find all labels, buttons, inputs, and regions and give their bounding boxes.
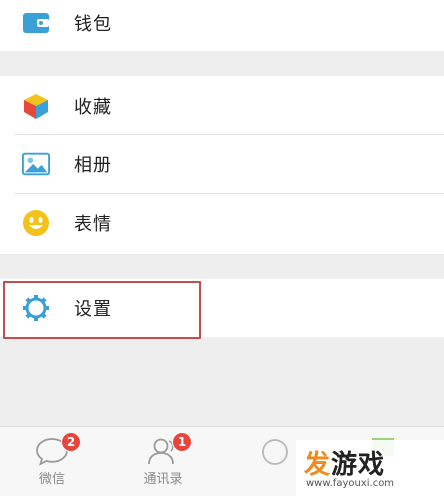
menu-item-favorites[interactable]: 收藏 bbox=[0, 77, 444, 135]
cube-icon bbox=[22, 92, 50, 120]
menu-item-stickers[interactable]: 表情 bbox=[0, 194, 444, 252]
watermark-logo: 发游戏 www.fayouxi.com bbox=[296, 440, 444, 496]
highlight-annotation-box bbox=[3, 281, 201, 339]
chat-bubble-icon: 2 bbox=[35, 432, 81, 466]
picture-icon bbox=[22, 150, 50, 178]
compass-icon bbox=[258, 436, 292, 466]
watermark-url: www.fayouxi.com bbox=[306, 478, 395, 489]
unread-badge: 1 bbox=[172, 432, 192, 452]
contacts-icon: 1 bbox=[146, 432, 192, 466]
tab-contacts[interactable]: 1 通讯录 bbox=[118, 427, 208, 496]
smiley-icon bbox=[22, 209, 50, 237]
menu-group-wallet: 钱包 bbox=[0, 0, 444, 51]
unread-badge: 2 bbox=[61, 432, 81, 452]
menu-item-label: 钱包 bbox=[74, 14, 112, 35]
menu-item-label: 相册 bbox=[74, 155, 112, 176]
watermark-text: 发游戏 bbox=[304, 450, 386, 480]
menu-item-label: 收藏 bbox=[74, 97, 112, 118]
wallet-icon bbox=[22, 9, 50, 37]
tab-label: 微信 bbox=[38, 472, 65, 487]
tab-label: 通讯录 bbox=[143, 472, 183, 487]
menu-item-album[interactable]: 相册 bbox=[0, 135, 444, 193]
menu-group-media: 收藏 相册 表情 bbox=[0, 76, 444, 254]
menu-item-wallet[interactable]: 钱包 bbox=[0, 0, 444, 52]
menu-item-label: 表情 bbox=[74, 214, 112, 235]
tab-chats[interactable]: 2 微信 bbox=[7, 427, 97, 496]
